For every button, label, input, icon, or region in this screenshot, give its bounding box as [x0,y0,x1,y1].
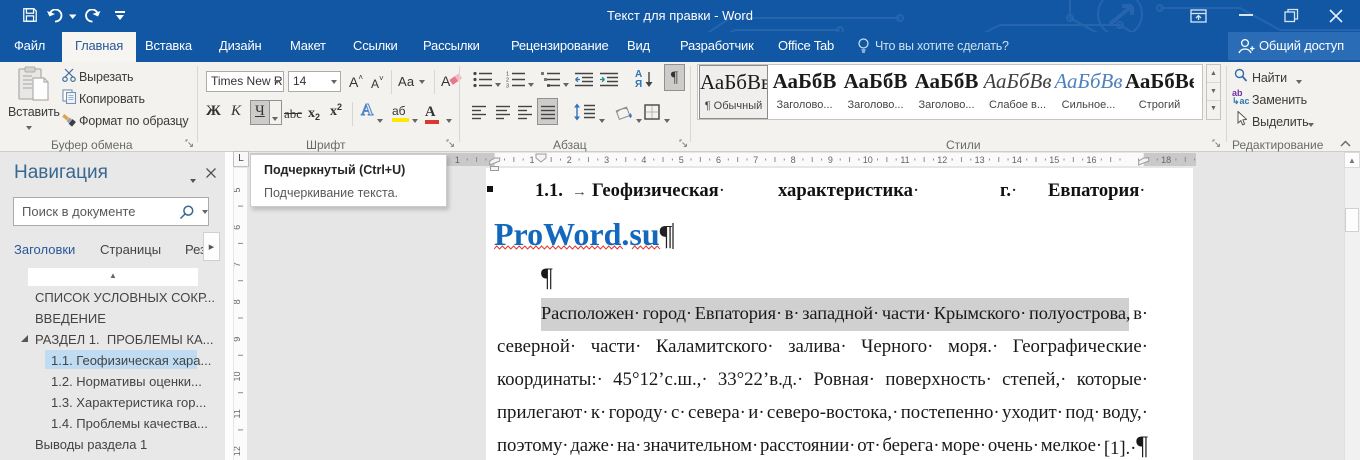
svg-text:5: 5 [679,155,684,165]
svg-text:6: 6 [716,155,721,165]
svg-text:6: 6 [234,225,242,230]
svg-text:11: 11 [234,409,242,418]
svg-text:4: 4 [641,155,646,165]
svg-text:9: 9 [234,337,242,342]
svg-text:3: 3 [604,155,609,165]
svg-text:15: 15 [1049,155,1059,165]
svg-text:1: 1 [529,155,534,165]
svg-text:11: 11 [900,155,909,165]
svg-text:8: 8 [234,299,242,304]
svg-text:7: 7 [234,262,242,267]
svg-text:1: 1 [455,155,460,165]
svg-text:13: 13 [975,155,985,165]
svg-text:14: 14 [1012,155,1022,165]
svg-text:12: 12 [937,155,947,165]
svg-text:8: 8 [791,155,796,165]
svg-text:2: 2 [567,155,572,165]
svg-text:7: 7 [753,155,758,165]
svg-text:10: 10 [234,371,242,381]
svg-text:16: 16 [1086,155,1096,165]
svg-text:10: 10 [863,155,873,165]
svg-text:18: 18 [1161,155,1171,165]
svg-text:12: 12 [234,446,242,456]
svg-text:3: 3 [506,83,509,89]
svg-text:9: 9 [828,155,833,165]
